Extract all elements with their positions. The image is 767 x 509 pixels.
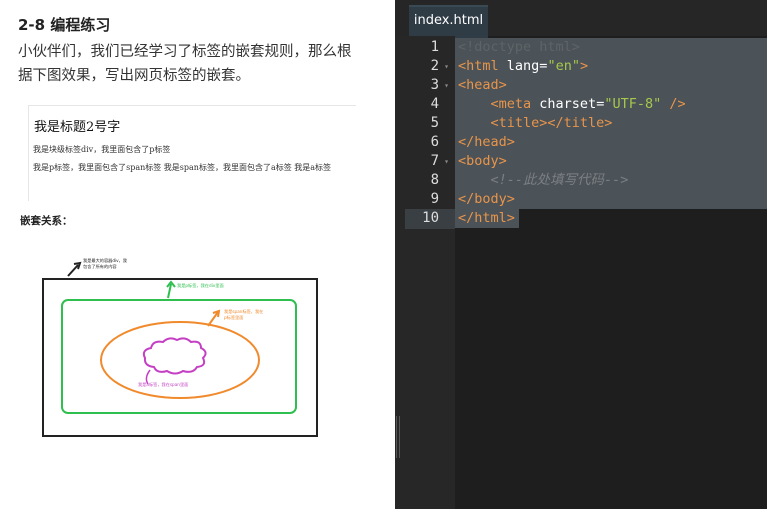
indent-token xyxy=(458,96,491,112)
line-number: 5 xyxy=(430,115,439,131)
lesson-title: 2-8 编程练习 xyxy=(18,16,111,34)
tag-token: /> xyxy=(661,96,686,112)
line-number: 10 xyxy=(422,210,439,226)
code-line-6: </head> xyxy=(455,133,767,152)
fold-arrow-icon[interactable]: ▾ xyxy=(444,152,449,171)
div-arrow-icon xyxy=(67,264,79,277)
tag-token: > xyxy=(579,58,589,74)
line-number-text: 3 xyxy=(430,77,439,93)
editor-tabbar: index.html xyxy=(395,0,767,38)
code-line-4: <meta charset="UTF-8" /> xyxy=(455,95,767,114)
comment-token: <!--此处填写代码--> xyxy=(490,172,629,188)
line-number: 7 ▾ xyxy=(395,152,449,171)
tag-token: <meta xyxy=(490,96,540,112)
indent-token xyxy=(458,115,491,131)
code-line-10: </html> xyxy=(455,209,767,228)
lesson-description: 小伙伴们，我们已经学习了标签的嵌套规则，那么根据下图效果，写出网页标签的嵌套。 xyxy=(18,44,352,84)
code-line-9: </body> xyxy=(455,190,767,209)
lesson-panel: 2-8 编程练习 小伙伴们，我们已经学习了标签的嵌套规则，那么根据下图效果，写出… xyxy=(0,0,395,509)
doctype-token: <!doctype html> xyxy=(458,39,580,55)
span-arrow-icon xyxy=(207,311,219,327)
tag-token: <title></title> xyxy=(490,115,613,131)
attr-token: lang xyxy=(506,58,540,74)
div-note-1: 我是最大的容器div，我 xyxy=(83,257,128,264)
line-number: 2 ▾ xyxy=(395,57,449,76)
code-editor: index.html 1 2 ▾ 3 ▾ 4 5 6 7 ▾ 8 9 10 <!doc… xyxy=(395,0,767,509)
tag-token: </body> xyxy=(458,191,515,207)
code-text-area[interactable]: <!doctype html> <html lang="en"> <head> … xyxy=(455,38,767,228)
tag-token: </html> xyxy=(458,210,515,226)
preview-line-2: 我是p标签，我里面包含了span标签 我是span标签，我里面包含了a标签 我是… xyxy=(33,163,332,172)
code-line-3: <head> xyxy=(455,76,767,95)
code-line-8: <!--此处填写代码--> xyxy=(455,171,767,190)
line-numbers: 1 2 ▾ 3 ▾ 4 5 6 7 ▾ 8 9 10 xyxy=(395,38,449,228)
line-number-text: 2 xyxy=(430,58,439,74)
panel-splitter-handle[interactable] xyxy=(395,416,401,458)
code-line-1: <!doctype html> xyxy=(455,38,767,57)
fold-arrow-icon[interactable]: ▾ xyxy=(444,57,449,76)
span-note-1: 我是span标签，我在 xyxy=(224,308,263,315)
fold-arrow-icon[interactable]: ▾ xyxy=(444,76,449,95)
line-number: 8 xyxy=(430,172,439,188)
a-note: 我是a标签，我在span里面 xyxy=(138,381,188,388)
preview-heading: 我是标题2号字 xyxy=(34,120,121,135)
string-token: "en" xyxy=(547,58,580,74)
preview-image: 我是标题2号字 我是块级标签div，我里面包含了p标签 我是p标签，我里面包含了… xyxy=(28,105,356,201)
code-line-2: <html lang="en"> xyxy=(455,57,767,76)
line-number: 1 xyxy=(430,39,439,55)
tag-token: <body> xyxy=(458,153,507,169)
string-token: "UTF-8" xyxy=(604,96,662,112)
tag-token: <head> xyxy=(458,77,507,93)
span-note-2: p标签里面 xyxy=(224,314,243,321)
p-box xyxy=(61,299,297,414)
nesting-diagram: 我是最大的容器div，我 包含了所有的内容 我是p标签，我在div里面 我是sp… xyxy=(42,257,318,437)
code-line-5: <title></title> xyxy=(455,114,767,133)
line-number-text: 7 xyxy=(430,153,439,169)
code-line-7: <body> xyxy=(455,152,767,171)
attr-token: charset xyxy=(539,96,597,112)
div-note-2: 包含了所有的内容 xyxy=(83,263,117,270)
tag-token: <html xyxy=(458,58,507,74)
line-number: 9 xyxy=(430,191,439,207)
line-number: 4 xyxy=(430,96,439,112)
indent-token xyxy=(458,172,491,188)
nesting-label: 嵌套关系： xyxy=(20,215,73,227)
tab-index-html[interactable]: index.html xyxy=(409,5,488,38)
p-note: 我是p标签，我在div里面 xyxy=(177,282,224,289)
a-cloud xyxy=(142,337,207,375)
line-number: 3 ▾ xyxy=(395,76,449,95)
preview-line-1: 我是块级标签div，我里面包含了p标签 xyxy=(33,145,171,154)
line-number: 6 xyxy=(430,134,439,150)
tag-token: </head> xyxy=(458,134,515,150)
